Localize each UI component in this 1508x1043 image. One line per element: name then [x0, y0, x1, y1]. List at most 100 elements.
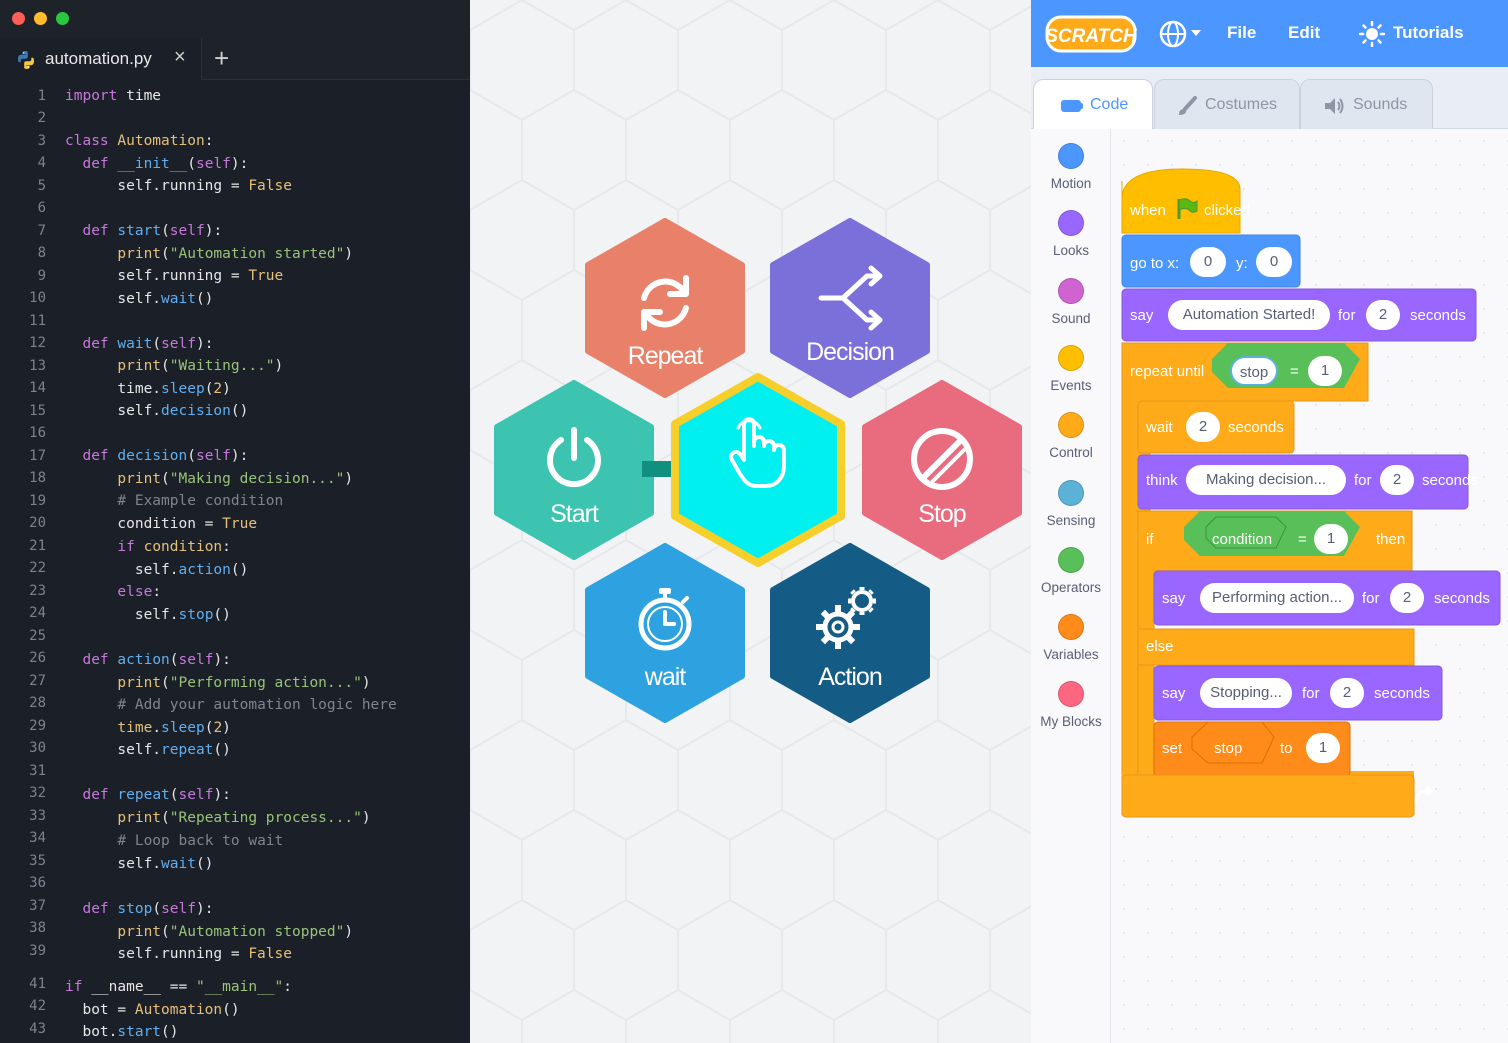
repeat-until-label: repeat until [1130, 363, 1205, 380]
editor-titlebar [0, 0, 470, 38]
category-color-dot [1058, 412, 1084, 439]
for-label: for [1338, 307, 1356, 324]
maximize-window-button[interactable] [56, 12, 69, 25]
line-number: 25 [29, 628, 46, 644]
category-operators[interactable]: Operators [1031, 546, 1111, 603]
scratch-logo[interactable]: SCRATCH [1045, 14, 1137, 54]
category-color-dot [1058, 344, 1084, 371]
line-number: 31 [29, 763, 46, 779]
category-control[interactable]: Control [1031, 412, 1111, 468]
file-menu[interactable]: File [1227, 23, 1256, 43]
close-window-button[interactable] [12, 12, 25, 25]
if-label: if [1146, 531, 1154, 548]
say2-text-input[interactable]: Performing action... [1200, 583, 1354, 613]
think-seconds-label: seconds [1422, 472, 1478, 489]
say2-for-label: for [1362, 590, 1380, 607]
line-number: 19 [29, 493, 46, 509]
say-secs-input[interactable]: 2 [1366, 300, 1400, 330]
code-line: def decision(self): [82, 448, 249, 464]
category-my-blocks[interactable]: My Blocks [1031, 681, 1111, 737]
tab-code[interactable]: Code [1033, 79, 1153, 130]
line-number: 18 [29, 470, 46, 486]
set-value-input[interactable]: 1 [1306, 733, 1340, 763]
code-line: self.running = True [65, 268, 284, 284]
category-motion[interactable]: Motion [1031, 143, 1111, 199]
tutorials-menu[interactable]: Tutorials [1393, 23, 1464, 43]
code-workspace[interactable]: when clicked go to x: 0 y: 0 say Automat… [1112, 129, 1508, 1043]
category-color-dot [1058, 546, 1084, 573]
code-line: condition = True [65, 516, 258, 532]
category-label: Motion [1050, 176, 1092, 191]
code-line: print("Automation started") [117, 246, 354, 262]
then-label: then [1376, 531, 1406, 548]
wait-hex[interactable]: wait [585, 543, 745, 723]
line-number: 5 [37, 178, 46, 194]
condition-reporter[interactable]: condition [1212, 531, 1272, 548]
line-number: 1 [37, 88, 46, 104]
think-text-input[interactable]: Making decision... [1186, 465, 1346, 495]
wait-secs-input[interactable]: 2 [1186, 412, 1220, 442]
stop-hex[interactable]: Stop [862, 380, 1022, 560]
edit-menu[interactable]: Edit [1288, 23, 1320, 43]
line-number: 6 [37, 200, 46, 216]
line-number: 9 [37, 268, 46, 284]
say2-seconds-label: seconds [1434, 590, 1490, 607]
pointer-hand-icon [729, 417, 786, 488]
line-number: 26 [29, 650, 46, 666]
think-label: think [1146, 472, 1178, 489]
decision-hex[interactable]: Decision [770, 218, 930, 398]
line-number: 14 [29, 380, 46, 396]
tab-sounds[interactable]: Sounds [1300, 79, 1433, 129]
close-tab-icon[interactable]: × [174, 46, 186, 69]
trigger-hex[interactable] [670, 372, 846, 568]
category-events[interactable]: Events [1031, 344, 1111, 401]
say2-secs-input[interactable]: 2 [1390, 583, 1424, 613]
line-number: 15 [29, 403, 46, 419]
stop-variable-reporter[interactable]: stop [1230, 356, 1278, 386]
line-number: 17 [29, 448, 46, 464]
line-number: 39 [29, 943, 46, 959]
globe-icon[interactable] [1159, 19, 1205, 49]
category-looks[interactable]: Looks [1031, 210, 1111, 266]
start-label: Start [550, 500, 599, 528]
say3-for-label: for [1302, 685, 1320, 702]
wait-label: wait [644, 663, 686, 691]
if-equals-label: = [1298, 531, 1307, 548]
code-line: if __name__ == "__main__": [65, 979, 293, 995]
paintbrush-icon [1179, 96, 1197, 115]
code-line: import time [65, 88, 162, 104]
editor-tab-automation[interactable]: automation.py × [0, 38, 202, 80]
say3-text-input[interactable]: Stopping... [1200, 678, 1292, 708]
think-secs-input[interactable]: 2 [1380, 465, 1414, 495]
gears-icon [816, 587, 876, 649]
if-value-input[interactable]: 1 [1314, 524, 1348, 554]
line-number: 12 [29, 335, 46, 351]
action-hex[interactable]: Action [770, 543, 930, 723]
stopwatch-icon [638, 588, 692, 651]
goto-y-label: y: [1236, 255, 1248, 272]
code-line: self.running = False [65, 178, 292, 194]
start-hex[interactable]: Start [494, 380, 654, 560]
tab-costumes[interactable]: Costumes [1154, 79, 1300, 129]
new-tab-icon[interactable]: + [214, 43, 229, 74]
say3-secs-input[interactable]: 2 [1330, 678, 1364, 708]
repeat-hex[interactable]: Repeat [585, 218, 745, 398]
goto-x-input[interactable]: 0 [1190, 247, 1226, 277]
category-sensing[interactable]: Sensing [1031, 479, 1111, 536]
category-variables[interactable]: Variables [1031, 614, 1111, 670]
line-number: 3 [37, 133, 46, 149]
code-line: else: [117, 584, 162, 600]
category-sound[interactable]: Sound [1031, 277, 1111, 334]
wait-label: wait [1146, 419, 1173, 436]
repeat-value-input[interactable]: 1 [1308, 356, 1342, 386]
seconds-label: seconds [1410, 307, 1466, 324]
line-number: 24 [29, 605, 46, 621]
code-line: print("Automation stopped") [117, 924, 354, 940]
code-line: time.sleep(2) [65, 381, 231, 397]
set-variable-dropdown[interactable]: stop [1214, 740, 1242, 757]
minimize-window-button[interactable] [34, 12, 47, 25]
code-line: self.running = False [65, 946, 292, 962]
line-number: 20 [29, 515, 46, 531]
goto-y-input[interactable]: 0 [1256, 247, 1292, 277]
say-text-input[interactable]: Automation Started! [1168, 300, 1330, 330]
